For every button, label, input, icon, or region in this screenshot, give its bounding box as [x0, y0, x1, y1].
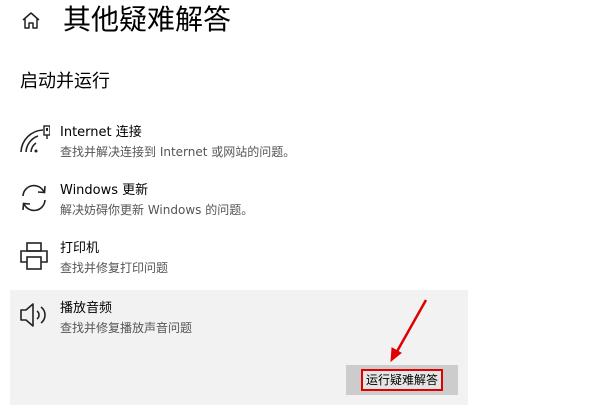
troubleshoot-page: 其他疑难解答 启动并运行 Internet 连接 查找并解决连接到 Intern…: [0, 0, 600, 408]
troubleshooter-printer[interactable]: 打印机 查找并修复打印问题: [10, 240, 468, 280]
wifi-icon: [20, 125, 50, 153]
troubleshooter-name: 打印机: [60, 241, 100, 256]
printer-icon: [20, 242, 48, 270]
troubleshooter-windows-update[interactable]: Windows 更新 解决妨碍你更新 Windows 的问题。: [10, 182, 468, 222]
home-button[interactable]: [18, 8, 44, 34]
home-icon: [22, 12, 40, 29]
section-heading: 启动并运行: [20, 71, 110, 92]
troubleshooter-internet[interactable]: Internet 连接 查找并解决连接到 Internet 或网站的问题。: [10, 124, 468, 164]
troubleshooter-name: 播放音频: [60, 301, 113, 316]
page-title: 其他疑难解答: [63, 3, 232, 36]
run-troubleshooter-label: 运行疑难解答: [360, 369, 443, 391]
troubleshooter-description: 解决妨碍你更新 Windows 的问题。: [60, 203, 254, 217]
troubleshooter-description: 查找并修复打印问题: [60, 261, 169, 275]
run-troubleshooter-button[interactable]: 运行疑难解答: [346, 365, 458, 395]
troubleshooter-name: Windows 更新: [60, 183, 149, 198]
refresh-icon: [22, 184, 46, 212]
troubleshooter-description: 查找并修复播放声音问题: [60, 321, 193, 335]
troubleshooter-description: 查找并解决连接到 Internet 或网站的问题。: [60, 145, 296, 159]
troubleshooter-name: Internet 连接: [60, 125, 142, 140]
speaker-icon: [20, 303, 46, 327]
